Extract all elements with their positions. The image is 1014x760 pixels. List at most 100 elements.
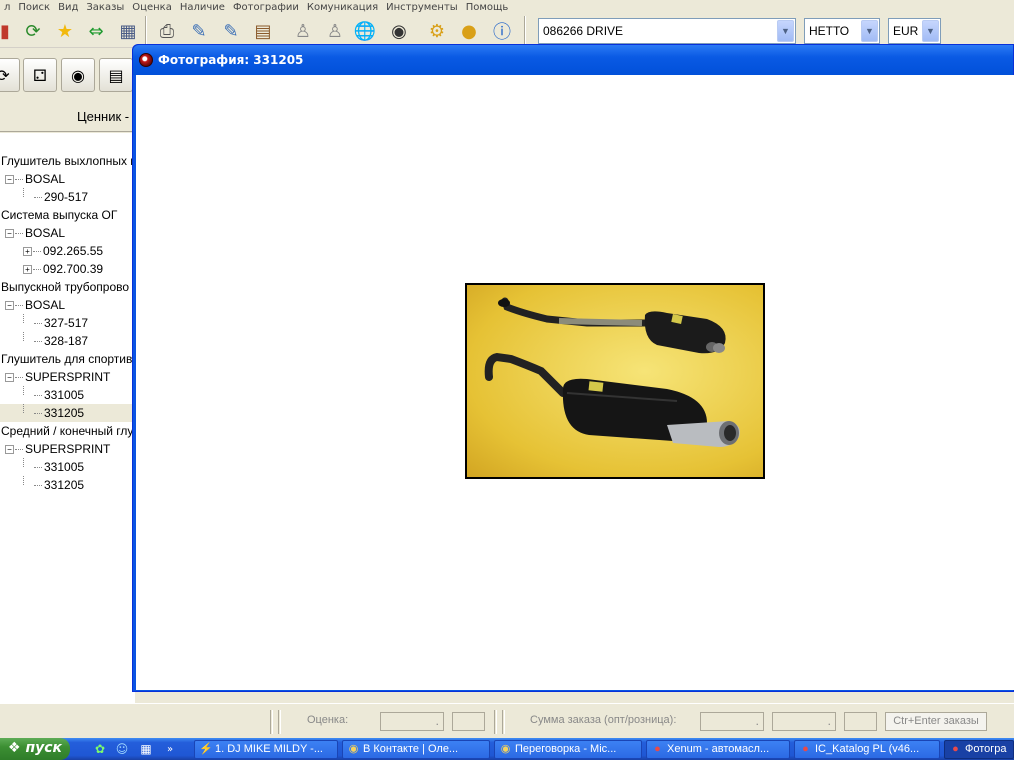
- tree-category[interactable]: Глушитель выхлопных г: [0, 152, 135, 170]
- tree-part-item[interactable]: 290-517: [0, 188, 135, 206]
- printer-icon[interactable]: ⎙: [154, 18, 180, 44]
- tree-category[interactable]: Средний / конечный глу: [0, 422, 135, 440]
- user-icon-2[interactable]: ♙: [322, 18, 348, 44]
- menu-item-communication[interactable]: Комуникация: [303, 3, 382, 13]
- tree-brand[interactable]: − SUPERSPRINT: [0, 368, 135, 386]
- tree-connector: [23, 332, 34, 341]
- tree-category[interactable]: Выпускной трубопрово: [0, 278, 135, 296]
- tab-price-list[interactable]: Ценник -: [77, 109, 129, 124]
- tire-icon: ◉: [71, 65, 85, 85]
- tree-label: 092.700.39: [43, 262, 104, 276]
- gear-icon[interactable]: ⚙: [424, 18, 450, 44]
- collapse-icon[interactable]: −: [5, 229, 14, 239]
- app-icon: ●: [654, 743, 661, 755]
- taskbar-task[interactable]: ◉ Переговорка - Mic...: [494, 740, 642, 759]
- collapse-icon[interactable]: −: [5, 373, 14, 383]
- skype-icon[interactable]: ☺: [114, 741, 130, 757]
- menu-item-rating[interactable]: Оценка: [128, 3, 176, 13]
- tree-label: 331205: [44, 478, 85, 492]
- tree-part-item[interactable]: +092.265.55: [0, 242, 135, 260]
- tree-label: SUPERSPRINT: [25, 442, 111, 456]
- collapse-icon[interactable]: −: [5, 301, 14, 311]
- menu-item-view[interactable]: Вид: [54, 3, 82, 13]
- price-type-select[interactable]: НЕТТО ▼: [804, 18, 880, 44]
- coins-icon[interactable]: ●: [456, 18, 482, 44]
- tree-part-item[interactable]: 331205: [0, 404, 135, 422]
- status-grip: [494, 710, 497, 734]
- menu-item-stock[interactable]: Наличие: [176, 3, 229, 13]
- info-icon[interactable]: ⓘ: [489, 18, 515, 44]
- search-combo[interactable]: 086266 DRIVE ▼: [538, 18, 796, 44]
- menu-item-search[interactable]: Поиск: [14, 3, 54, 13]
- tree-connector: [15, 305, 23, 307]
- category-button-3[interactable]: ◉: [61, 58, 95, 92]
- category-button-1[interactable]: ⟳: [0, 58, 20, 92]
- camera-icon[interactable]: ◉: [386, 18, 412, 44]
- tree-brand[interactable]: − BOSAL: [0, 170, 135, 188]
- dialog-body: [136, 75, 1014, 690]
- taskbar-task[interactable]: ● Фотогра: [944, 740, 1014, 759]
- globe-refresh-icon[interactable]: ⟳: [20, 18, 46, 44]
- tree-connector: [23, 386, 34, 395]
- menu-item-photos[interactable]: Фотографии: [229, 3, 303, 13]
- calculator-icon[interactable]: ▦: [115, 18, 141, 44]
- quick-launch-icon-1[interactable]: ✿: [92, 741, 108, 757]
- start-button[interactable]: ❖ пуск: [0, 738, 70, 760]
- taskbar-task-label: Переговорка - Mic...: [515, 743, 617, 755]
- menu-item-tools[interactable]: Инструменты: [382, 3, 462, 13]
- edit-icon[interactable]: ✎: [186, 18, 212, 44]
- menu-item-help[interactable]: Помощь: [462, 3, 513, 13]
- book-icon[interactable]: ▮: [0, 18, 18, 44]
- expand-icon[interactable]: +: [23, 265, 32, 275]
- chevron-down-icon[interactable]: ▼: [861, 20, 878, 42]
- tree-brand[interactable]: − BOSAL: [0, 296, 135, 314]
- edit-icon-2[interactable]: ✎: [218, 18, 244, 44]
- tree-category[interactable]: Глушитель для спортив: [0, 350, 135, 368]
- tree-connector: [23, 404, 34, 413]
- category-button-2[interactable]: ⚁: [23, 58, 57, 92]
- tree-part-item[interactable]: 331005: [0, 458, 135, 476]
- status-grip: [278, 710, 281, 734]
- taskbar-task[interactable]: ● IC_Katalog PL (v46...: [794, 740, 940, 759]
- taskbar-task-label: 1. DJ MIKE MILDY -...: [215, 743, 323, 755]
- browser-icon: ◉: [348, 743, 359, 755]
- tree-label: 331005: [44, 388, 85, 402]
- search-combo-value: 086266 DRIVE: [543, 24, 624, 38]
- chevron-down-icon[interactable]: ▼: [777, 20, 794, 42]
- taskbar: ❖ пуск ✿ ☺ ▦ » ⚡ 1. DJ MIKE MILDY -... ◉ В …: [0, 738, 1014, 760]
- status-bar: Оценка: . Сумма заказа (опт/розница): . …: [0, 703, 1014, 738]
- globe-icon[interactable]: 🌐: [352, 18, 378, 44]
- tree-brand[interactable]: − BOSAL: [0, 224, 135, 242]
- tree-connector: [34, 395, 42, 397]
- chevron-right-icon[interactable]: »: [162, 741, 178, 757]
- menu-item-file[interactable]: л: [0, 3, 14, 13]
- chevron-down-icon[interactable]: ▼: [922, 20, 939, 42]
- collapse-icon[interactable]: −: [5, 175, 14, 185]
- menu-item-orders[interactable]: Заказы: [82, 3, 128, 13]
- order-button[interactable]: Ctr+Enter заказы: [885, 712, 987, 731]
- tree-part-item[interactable]: 327-517: [0, 314, 135, 332]
- taskbar-task[interactable]: ◉ В Контакте | Оле...: [342, 740, 490, 759]
- tree-connector: [34, 323, 42, 325]
- tree-category[interactable]: Система выпуска ОГ: [0, 206, 135, 224]
- tree-part-item[interactable]: +092.700.39: [0, 260, 135, 278]
- save-icon[interactable]: ▦: [138, 741, 154, 757]
- exhaust-muffler-image: [484, 297, 740, 447]
- taskbar-task[interactable]: ● Xenum - автомасл...: [646, 740, 790, 759]
- browser-icon: ◉: [500, 743, 511, 755]
- star-icon[interactable]: ★: [52, 18, 78, 44]
- dialog-title-bar[interactable]: Фотография: 331205: [133, 45, 1013, 75]
- taskbar-task[interactable]: ⚡ 1. DJ MIKE MILDY -...: [194, 740, 338, 759]
- list-icon[interactable]: ▤: [250, 18, 276, 44]
- tree-part-item[interactable]: 331005: [0, 386, 135, 404]
- arrows-icon[interactable]: ⇔: [83, 18, 109, 44]
- tree-brand[interactable]: − SUPERSPRINT: [0, 440, 135, 458]
- collapse-icon[interactable]: −: [5, 445, 14, 455]
- tree-connector: [34, 467, 42, 469]
- currency-select[interactable]: EUR ▼: [888, 18, 941, 44]
- tree-part-item[interactable]: 328-187: [0, 332, 135, 350]
- category-button-4[interactable]: ▤: [99, 58, 133, 92]
- tree-part-item[interactable]: 331205: [0, 476, 135, 494]
- expand-icon[interactable]: +: [23, 247, 32, 257]
- user-icon[interactable]: ♙: [290, 18, 316, 44]
